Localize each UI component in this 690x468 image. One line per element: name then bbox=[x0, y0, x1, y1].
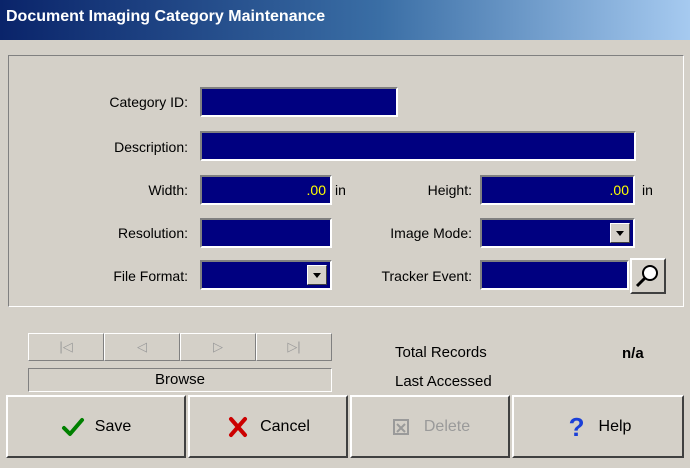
file-format-label: File Format: bbox=[113, 268, 188, 284]
last-accessed-label: Last Accessed bbox=[395, 373, 492, 390]
category-id-input[interactable] bbox=[200, 87, 398, 117]
last-record-button[interactable]: ▷| bbox=[256, 333, 332, 361]
category-id-label: Category ID: bbox=[109, 94, 188, 110]
width-input[interactable]: .00 bbox=[200, 175, 332, 205]
mode-status: Browse bbox=[28, 368, 332, 392]
x-icon bbox=[229, 416, 248, 437]
maintenance-window: Document Imaging Category Maintenance Ca… bbox=[0, 0, 690, 468]
chevron-down-icon[interactable] bbox=[307, 265, 327, 285]
help-button[interactable]: ? Help bbox=[512, 395, 684, 458]
width-unit: in bbox=[335, 182, 346, 198]
lookup-button[interactable] bbox=[630, 258, 666, 294]
tracker-event-label: Tracker Event: bbox=[381, 268, 472, 284]
checkmark-icon bbox=[61, 417, 84, 436]
delete-label: Delete bbox=[423, 417, 471, 435]
description-input[interactable] bbox=[200, 131, 636, 161]
first-record-button[interactable]: |◁ bbox=[28, 333, 104, 361]
delete-button[interactable]: Delete bbox=[350, 395, 510, 458]
image-mode-select[interactable] bbox=[480, 218, 635, 248]
file-format-select[interactable] bbox=[200, 260, 332, 290]
cancel-label: Cancel bbox=[260, 417, 310, 435]
cancel-button[interactable]: Cancel bbox=[188, 395, 348, 458]
description-label: Description: bbox=[114, 139, 188, 155]
help-label: Help bbox=[598, 417, 632, 435]
next-record-button[interactable]: ▷ bbox=[180, 333, 256, 361]
question-icon: ? bbox=[568, 411, 585, 442]
chevron-down-icon[interactable] bbox=[610, 223, 630, 243]
delete-icon bbox=[392, 418, 409, 435]
resolution-input[interactable] bbox=[200, 218, 332, 248]
total-records-label: Total Records bbox=[395, 344, 487, 361]
tracker-event-input[interactable] bbox=[480, 260, 629, 290]
save-button[interactable]: Save bbox=[6, 395, 186, 458]
magnifier-icon bbox=[635, 265, 658, 288]
total-records-value: n/a bbox=[622, 345, 644, 362]
height-input[interactable]: .00 bbox=[480, 175, 635, 205]
image-mode-label: Image Mode: bbox=[390, 225, 472, 241]
height-label: Height: bbox=[427, 182, 472, 198]
width-label: Width: bbox=[148, 182, 188, 198]
save-label: Save bbox=[94, 417, 132, 435]
previous-record-button[interactable]: ◁ bbox=[104, 333, 180, 361]
resolution-label: Resolution: bbox=[117, 225, 188, 241]
title-bar: Document Imaging Category Maintenance bbox=[0, 0, 690, 40]
height-unit: in bbox=[642, 182, 653, 198]
window-title: Document Imaging Category Maintenance bbox=[6, 8, 326, 25]
